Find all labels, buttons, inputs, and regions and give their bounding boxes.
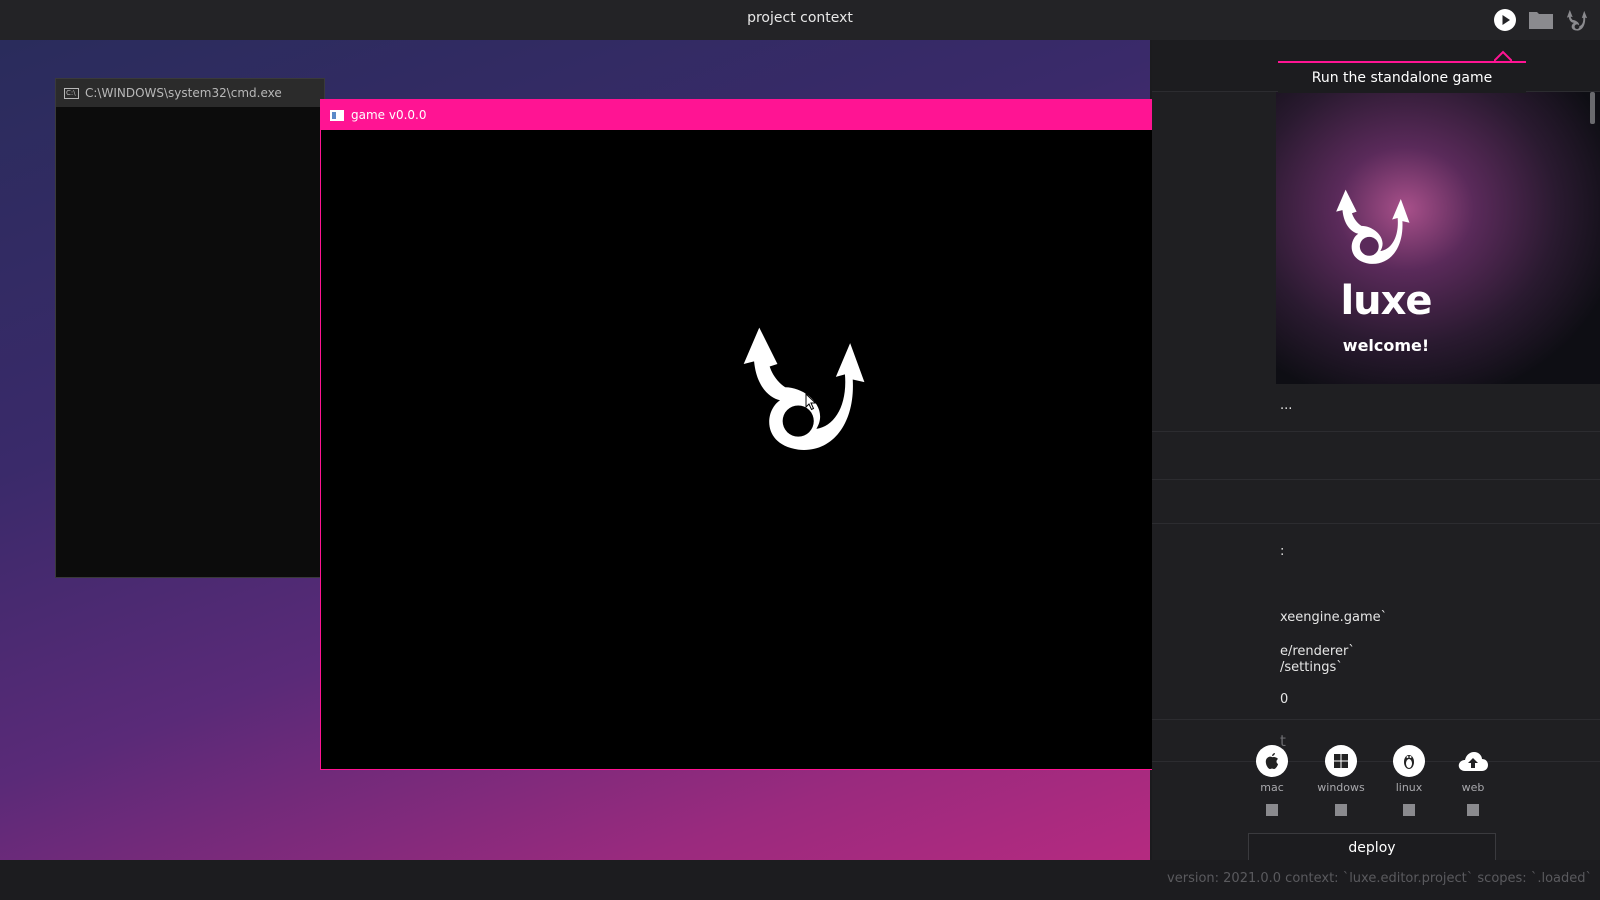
play-icon[interactable] [1492,7,1518,33]
platform-label: windows [1317,781,1365,794]
row-text: ... [1280,398,1293,413]
game-window[interactable]: game v0.0.0 [320,99,1280,770]
game-canvas[interactable] [321,130,1279,769]
platform-checkbox[interactable] [1403,804,1415,816]
app-titlebar: project context [0,0,1600,40]
platform-mac[interactable]: mac [1242,745,1302,816]
project-panel: luxe welcome! ... : xeengine.game` e/ren… [1152,40,1600,860]
platform-label: linux [1395,781,1423,794]
info-text: : [1280,544,1285,559]
cmd-title: C:\WINDOWS\system32\cmd.exe [85,86,282,100]
platform-windows[interactable]: windows [1311,745,1371,816]
info-text: e/renderer` [1280,644,1355,659]
run-tooltip: Run the standalone game [1278,61,1526,93]
game-titlebar[interactable]: game v0.0.0 [321,100,1279,130]
platform-checkbox[interactable] [1335,804,1347,816]
logo-text: luxe [1340,278,1432,324]
apple-icon [1256,745,1288,777]
project-info-section: : xeengine.game` e/renderer` /settings` … [1152,524,1600,720]
panel-row[interactable] [1152,480,1600,524]
panel-row[interactable] [1152,432,1600,480]
cmd-window[interactable]: C:\ C:\WINDOWS\system32\cmd.exe [55,78,325,578]
luxe-logo-icon[interactable] [1564,7,1590,33]
platform-linux[interactable]: linux [1379,745,1439,816]
panel-row[interactable]: ... [1152,384,1600,432]
game-title: game v0.0.0 [351,108,427,122]
status-text: version: 2021.0.0 context: `luxe.editor.… [1167,871,1592,886]
windows-icon [1325,745,1357,777]
welcome-banner: luxe welcome! [1276,92,1600,384]
panel-row[interactable]: t [1152,720,1600,762]
folder-icon[interactable] [1528,7,1554,33]
app-title: project context [747,10,853,26]
deploy-button[interactable]: deploy [1248,833,1496,863]
welcome-text: welcome! [1342,336,1430,355]
cloud-upload-icon [1457,745,1489,777]
platform-checkbox[interactable] [1266,804,1278,816]
platform-label: web [1461,781,1485,794]
linux-icon [1393,745,1425,777]
window-icon [330,109,344,121]
platform-checkbox[interactable] [1467,804,1479,816]
tooltip-caret [1494,50,1512,62]
info-text: /settings` [1280,660,1343,675]
scrollbar-thumb[interactable] [1590,92,1595,124]
status-bar: version: 2021.0.0 context: `luxe.editor.… [0,860,1600,900]
cmd-titlebar[interactable]: C:\ C:\WINDOWS\system32\cmd.exe [56,79,324,107]
info-text: 0 [1280,692,1289,707]
cursor-icon [805,393,817,411]
luxe-logo-icon [1336,189,1410,264]
info-text: xeengine.game` [1280,610,1388,625]
platform-label: mac [1260,781,1284,794]
cmd-icon: C:\ [64,87,79,99]
platform-web[interactable]: web [1443,745,1503,816]
